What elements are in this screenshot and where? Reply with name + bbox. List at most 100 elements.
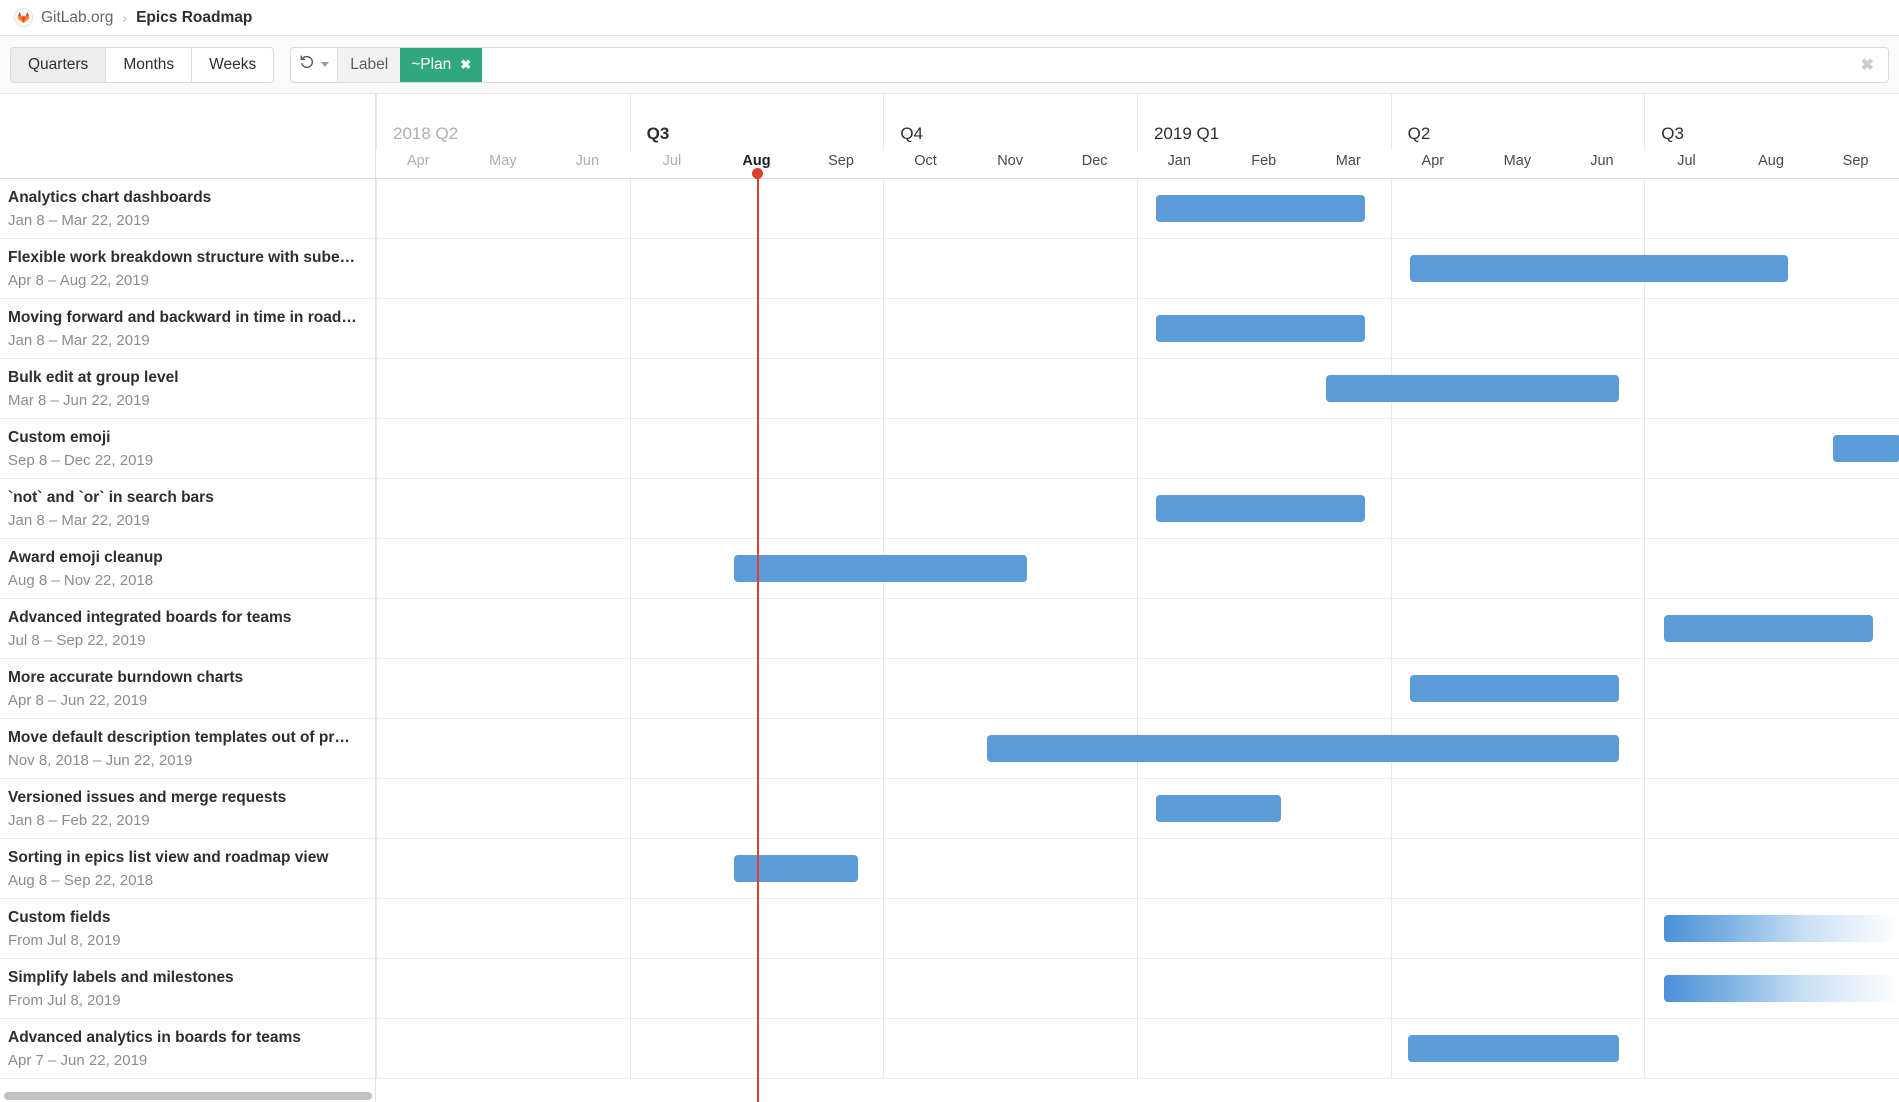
timeline-row xyxy=(376,899,1899,959)
filter-token-label: Label xyxy=(338,48,400,82)
epic-timeline-bar[interactable] xyxy=(1156,315,1365,342)
epic-list-item[interactable]: Simplify labels and milestonesFrom Jul 8… xyxy=(0,959,375,1019)
epic-timeline-bar[interactable] xyxy=(1664,615,1873,642)
month-header-12: Apr xyxy=(1391,150,1476,178)
timeline-row xyxy=(376,299,1899,359)
epic-title[interactable]: More accurate burndown charts xyxy=(8,668,361,688)
epic-list-item[interactable]: More accurate burndown charts Apr 8 – Jun… xyxy=(0,659,375,719)
epic-list-item[interactable]: Advanced integrated boards for teamsJul … xyxy=(0,599,375,659)
timeline-row xyxy=(376,1019,1899,1079)
month-header-16: Aug xyxy=(1729,150,1814,178)
epic-title[interactable]: Move default description templates out o… xyxy=(8,728,361,748)
timeline-row xyxy=(376,479,1899,539)
epics-list-column: Analytics chart dashboards Jan 8 – Mar 22… xyxy=(0,94,376,1102)
epic-date-range: Jan 8 – Mar 22, 2019 xyxy=(8,211,361,231)
month-header-1: May xyxy=(461,150,546,178)
clear-filters-icon[interactable]: ✖ xyxy=(1857,55,1878,75)
quarter-header-3: 2019 Q1 xyxy=(1137,94,1391,150)
epic-timeline-bar[interactable] xyxy=(1326,375,1619,402)
epic-title[interactable]: Flexible work breakdown structure with s… xyxy=(8,248,361,268)
epic-title[interactable]: `not` and `or` in search bars xyxy=(8,488,361,508)
epics-horizontal-scrollbar[interactable] xyxy=(4,1092,372,1100)
epic-title[interactable]: Advanced analytics in boards for teams xyxy=(8,1028,361,1048)
timeline-row xyxy=(376,659,1899,719)
quarter-label: Q4 xyxy=(900,124,923,144)
month-header-9: Jan xyxy=(1137,150,1222,178)
epic-list-item[interactable]: Bulk edit at group level Mar 8 – Jun 22, … xyxy=(0,359,375,419)
timeline-row xyxy=(376,779,1899,839)
epic-title[interactable]: Bulk edit at group level xyxy=(8,368,361,388)
epic-timeline-bar[interactable] xyxy=(1408,1035,1619,1062)
epic-title[interactable]: Simplify labels and milestones xyxy=(8,968,361,988)
quarters-header-row: 2018 Q2 Q3 Q4 2019 Q1 Q2 Q3 xyxy=(376,94,1899,150)
epic-list-item[interactable]: Custom emoji Sep 8 – Dec 22, 2019 xyxy=(0,419,375,479)
quarter-header-0: 2018 Q2 xyxy=(376,94,630,150)
months-header-row: AprMayJunJulAugSepOctNovDecJanFebMarAprM… xyxy=(376,150,1899,179)
epic-date-range: Mar 8 – Jun 22, 2019 xyxy=(8,391,361,411)
epic-date-range: Sep 8 – Dec 22, 2019 xyxy=(8,451,361,471)
epics-list-header xyxy=(0,94,375,179)
epic-timeline-bar[interactable] xyxy=(1156,195,1365,222)
month-header-10: Feb xyxy=(1221,150,1306,178)
epic-timeline-bar[interactable] xyxy=(1664,915,1898,942)
epic-date-range: Aug 8 – Nov 22, 2018 xyxy=(8,571,361,591)
quarter-label: Q3 xyxy=(1661,124,1684,144)
epic-title[interactable]: Award emoji cleanup xyxy=(8,548,361,568)
epic-timeline-bar[interactable] xyxy=(1156,495,1365,522)
quarter-label: Q3 xyxy=(647,124,670,144)
epic-list-item[interactable]: Move default description templates out o… xyxy=(0,719,375,779)
epic-date-range: Jan 8 – Feb 22, 2019 xyxy=(8,811,361,831)
epic-date-range: Apr 8 – Jun 22, 2019 xyxy=(8,691,361,711)
timeframe-preset-group: Quarters Months Weeks xyxy=(10,47,274,83)
epic-list-item[interactable]: Advanced analytics in boards for teamsAp… xyxy=(0,1019,375,1079)
epic-timeline-bar[interactable] xyxy=(1833,435,1898,462)
epic-timeline-bar[interactable] xyxy=(1156,795,1280,822)
epic-title[interactable]: Advanced integrated boards for teams xyxy=(8,608,361,628)
epic-timeline-bar[interactable] xyxy=(734,855,858,882)
preset-weeks-button[interactable]: Weeks xyxy=(191,47,274,83)
recent-searches-dropdown-button[interactable] xyxy=(290,47,338,83)
quarter-label: Q2 xyxy=(1408,124,1431,144)
filter-token-plan[interactable]: ~Plan ✖ xyxy=(400,48,482,82)
breadcrumb-separator: › xyxy=(122,10,127,26)
epic-list-item[interactable]: Sorting in epics list view and roadmap v… xyxy=(0,839,375,899)
epic-list-item[interactable]: `not` and `or` in search barsJan 8 – Mar… xyxy=(0,479,375,539)
quarter-header-4: Q2 xyxy=(1391,94,1645,150)
timeline-row xyxy=(376,419,1899,479)
epic-list-item[interactable]: Custom fieldsFrom Jul 8, 2019 xyxy=(0,899,375,959)
epic-title[interactable]: Sorting in epics list view and roadmap v… xyxy=(8,848,361,868)
epic-list-item[interactable]: Flexible work breakdown structure with s… xyxy=(0,239,375,299)
epic-title[interactable]: Custom fields xyxy=(8,908,361,928)
breadcrumb-group-link[interactable]: GitLab.org xyxy=(41,9,113,27)
month-header-3: Jul xyxy=(630,150,715,178)
timeline-row xyxy=(376,719,1899,779)
epic-list-item[interactable]: Award emoji cleanup Aug 8 – Nov 22, 2018 xyxy=(0,539,375,599)
epic-timeline-bar[interactable] xyxy=(1410,675,1619,702)
epic-timeline-bar[interactable] xyxy=(1664,975,1898,1002)
epic-list-item[interactable]: Analytics chart dashboards Jan 8 – Mar 22… xyxy=(0,179,375,239)
month-header-8: Dec xyxy=(1052,150,1137,178)
epic-list-item[interactable]: Moving forward and backward in time in r… xyxy=(0,299,375,359)
month-header-11: Mar xyxy=(1306,150,1391,178)
epic-title[interactable]: Moving forward and backward in time in r… xyxy=(8,308,361,328)
epic-timeline-bar[interactable] xyxy=(987,735,1619,762)
epic-title[interactable]: Analytics chart dashboards xyxy=(8,188,361,208)
month-header-0: Apr xyxy=(376,150,461,178)
epic-list-item[interactable]: Versioned issues and merge requests Jan 8… xyxy=(0,779,375,839)
token-close-icon[interactable]: ✖ xyxy=(460,57,471,73)
gitlab-tanuki-icon xyxy=(14,8,33,27)
epic-title[interactable]: Custom emoji xyxy=(8,428,361,448)
filter-token-value: ~Plan xyxy=(411,56,451,74)
month-header-5: Sep xyxy=(799,150,884,178)
timeline-row xyxy=(376,839,1899,899)
preset-quarters-button[interactable]: Quarters xyxy=(10,47,105,83)
epic-title[interactable]: Versioned issues and merge requests xyxy=(8,788,361,808)
timeline-row xyxy=(376,539,1899,599)
epic-timeline-bar[interactable] xyxy=(734,555,1027,582)
timeline-row xyxy=(376,599,1899,659)
roadmap-timeline: 2018 Q2Q3Q42019 Q1Q2Q3 AprMayJunJulAugSe… xyxy=(376,94,1899,1102)
preset-months-button[interactable]: Months xyxy=(105,47,191,83)
epic-date-range: Jan 8 – Mar 22, 2019 xyxy=(8,331,361,351)
filtered-search-bar[interactable]: Label ~Plan ✖ ✖ xyxy=(338,47,1889,83)
epic-timeline-bar[interactable] xyxy=(1410,255,1788,282)
